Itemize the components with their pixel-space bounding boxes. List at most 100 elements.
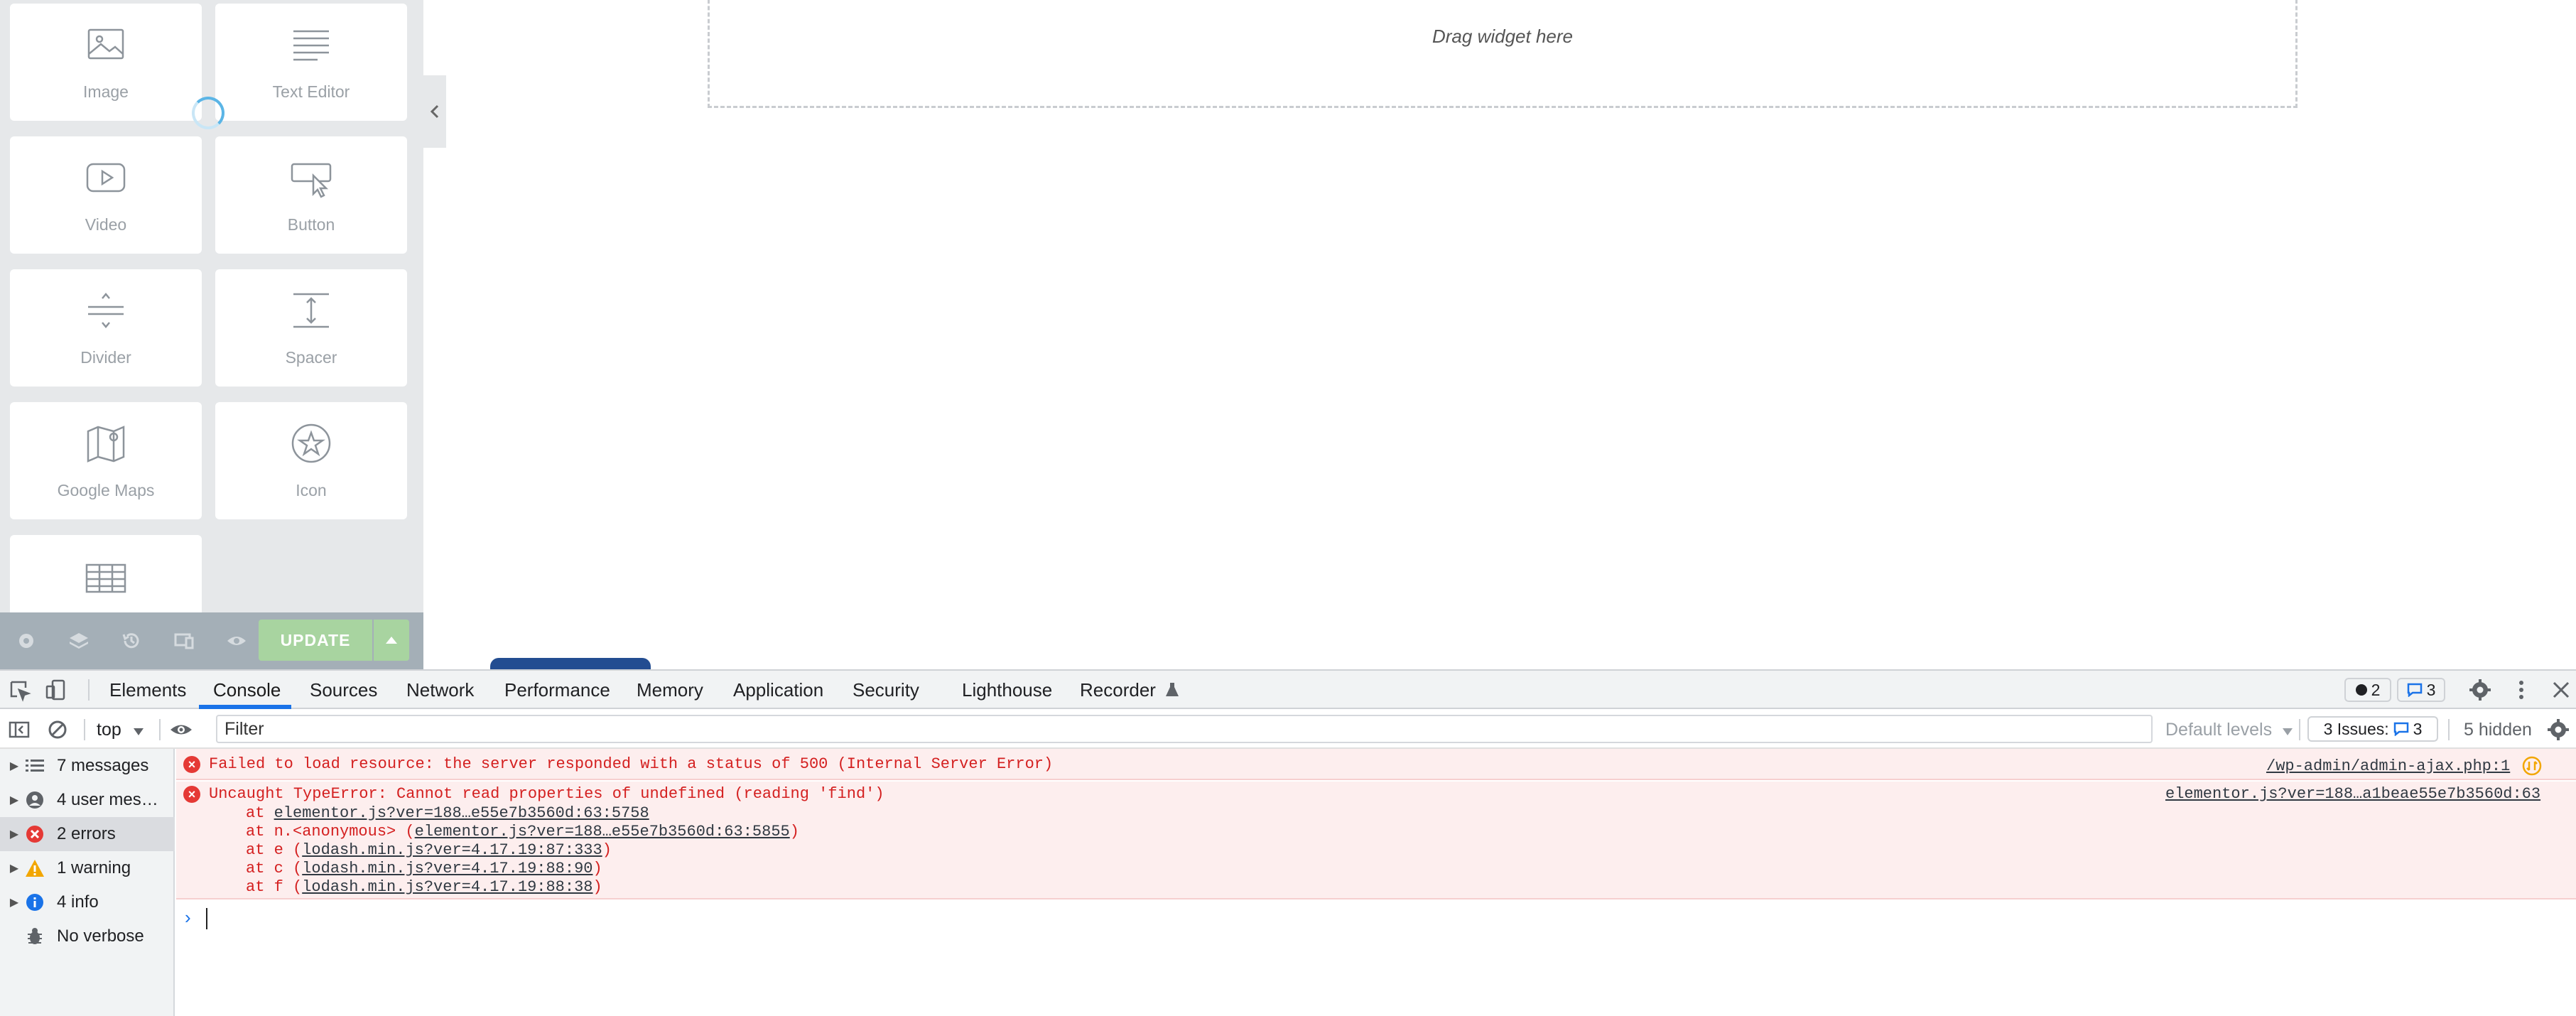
widget-drop-zone[interactable] [708, 0, 2298, 108]
sidebar-item-errors[interactable]: ▶ 2 errors [0, 817, 175, 851]
widget-google-maps[interactable]: Google Maps [10, 402, 202, 519]
error-source-link[interactable]: /wp-admin/admin-ajax.php:1 [2266, 757, 2510, 775]
tab-console[interactable]: Console [213, 671, 281, 709]
context-selector[interactable]: top [97, 710, 144, 749]
widget-label: Divider [80, 348, 131, 367]
bug-icon [28, 928, 42, 944]
image-icon [87, 28, 124, 60]
issues-label: 3 Issues: [2323, 719, 2389, 738]
widget-icon[interactable]: Icon [215, 402, 407, 519]
console-input[interactable] [206, 908, 207, 929]
responsive-mode-button[interactable] [158, 612, 210, 669]
stack-prefix: at f ( [246, 878, 303, 896]
caret-up-icon [386, 637, 397, 644]
issues-button[interactable]: 3 Issues: 3 [2307, 716, 2438, 742]
default-levels-dropdown[interactable]: Default levels [2165, 710, 2293, 749]
message-icon [2393, 722, 2408, 736]
sidebar-item-messages[interactable]: ▶ 7 messages [0, 749, 175, 783]
error-icon [26, 826, 43, 843]
clear-console-icon[interactable] [45, 718, 70, 742]
sidebar-item-label: 7 messages [57, 756, 149, 775]
console-error-message[interactable]: × Failed to load resource: the server re… [176, 749, 2576, 780]
inspect-element-icon[interactable] [7, 678, 31, 702]
sidebar-item-verbose[interactable]: No verbose [0, 919, 175, 953]
panel-collapse-button[interactable] [423, 75, 446, 148]
layers-icon [70, 633, 88, 649]
stack-link[interactable]: elementor.js?ver=188…e55e7b3560d:63:5855 [415, 823, 790, 841]
stack-link[interactable]: lodash.min.js?ver=4.17.19:87:333 [302, 841, 602, 859]
error-count-badge[interactable]: 2 [2344, 678, 2391, 702]
tab-sources[interactable]: Sources [310, 671, 377, 709]
devtools-panel: Elements Console Sources Network Perform… [0, 669, 2576, 1016]
widget-button[interactable]: Button [215, 136, 407, 254]
stack-frame: at e (lodash.min.js?ver=4.17.19:87:333) [246, 841, 612, 859]
expand-triangle-icon: ▶ [9, 828, 19, 841]
hidden-count: 5 hidden [2464, 720, 2532, 740]
widget-spacer[interactable]: Spacer [215, 269, 407, 387]
stack-suffix: ) [592, 878, 602, 896]
error-count: 2 [2371, 680, 2381, 699]
stack-link[interactable]: lodash.min.js?ver=4.17.19:88:38 [302, 878, 592, 896]
error-text: Uncaught TypeError: Cannot read properti… [209, 785, 884, 803]
message-count-badge[interactable]: 3 [2397, 678, 2445, 702]
save-options-button[interactable] [374, 620, 409, 661]
navigator-button[interactable] [53, 612, 105, 669]
user-icon [26, 791, 43, 809]
console-sidebar: ▶ 7 messages ▶ 4 user mes… ▶ 2 errors ▶ … [0, 749, 175, 1016]
stack-prefix: at e ( [246, 841, 303, 859]
sidebar-item-label: 1 warning [57, 858, 131, 877]
tab-application[interactable]: Application [733, 671, 823, 709]
tab-memory[interactable]: Memory [637, 671, 703, 709]
stack-prefix: at [246, 804, 274, 822]
tab-performance[interactable]: Performance [504, 671, 610, 709]
live-expression-eye-icon[interactable] [169, 718, 193, 742]
stack-prefix: at c ( [246, 860, 303, 877]
preview-button[interactable] [210, 612, 263, 669]
widget-image[interactable]: Image [10, 4, 202, 121]
tab-network[interactable]: Network [406, 671, 474, 709]
console-error-message[interactable]: × Uncaught TypeError: Cannot read proper… [176, 782, 2576, 899]
tab-security[interactable]: Security [853, 671, 919, 709]
error-icon: × [183, 786, 200, 803]
stack-link[interactable]: elementor.js?ver=188…e55e7b3560d:63:5758 [274, 804, 649, 822]
devtools-tabbar: Elements Console Sources Network Perform… [0, 671, 2576, 709]
console-settings-icon[interactable] [2546, 718, 2570, 742]
eye-icon [227, 637, 246, 645]
tab-lighthouse[interactable]: Lighthouse [962, 671, 1052, 709]
widget-video[interactable]: Video [10, 136, 202, 254]
sidebar-item-info[interactable]: ▶ 4 info [0, 885, 175, 919]
spacer-icon [293, 293, 329, 328]
stack-frame: at c (lodash.min.js?ver=4.17.19:88:90) [246, 860, 602, 877]
sidebar-item-user-messages[interactable]: ▶ 4 user mes… [0, 783, 175, 817]
stack-suffix: ) [789, 823, 799, 841]
issues-count: 3 [2413, 719, 2423, 738]
more-options-icon[interactable] [2509, 678, 2533, 702]
update-button[interactable]: UPDATE [259, 620, 372, 661]
widget-label: Spacer [285, 348, 337, 367]
device-toolbar-icon[interactable] [44, 678, 68, 702]
stack-link[interactable]: lodash.min.js?ver=4.17.19:88:90 [302, 860, 592, 877]
tab-elements[interactable]: Elements [109, 671, 186, 709]
console-prompt-icon: › [185, 907, 191, 928]
tab-recorder[interactable]: Recorder [1080, 671, 1179, 709]
error-icon: × [183, 756, 200, 773]
error-source-link[interactable]: elementor.js?ver=188…a1beae55e7b3560d:63 [2165, 785, 2540, 803]
error-dot-icon [2355, 684, 2367, 696]
close-icon[interactable] [2549, 678, 2573, 702]
info-icon [26, 894, 43, 911]
widget-divider[interactable]: Divider [10, 269, 202, 387]
error-text: Failed to load resource: the server resp… [209, 755, 1054, 773]
expand-triangle-icon: ▶ [9, 863, 19, 875]
settings-button[interactable] [0, 612, 53, 669]
history-button[interactable] [105, 612, 158, 669]
sidebar-item-label: 4 info [57, 892, 99, 912]
warning-icon [26, 860, 44, 877]
devtools-settings-icon[interactable] [2468, 678, 2492, 702]
sidebar-toggle-icon[interactable] [7, 718, 31, 742]
network-request-icon[interactable] [2522, 756, 2542, 776]
divider-icon [88, 293, 124, 328]
widget-text-editor[interactable]: Text Editor [215, 4, 407, 121]
sidebar-item-warnings[interactable]: ▶ 1 warning [0, 851, 175, 885]
gear-icon [19, 634, 33, 648]
console-filter-input[interactable]: Filter [216, 715, 2153, 743]
